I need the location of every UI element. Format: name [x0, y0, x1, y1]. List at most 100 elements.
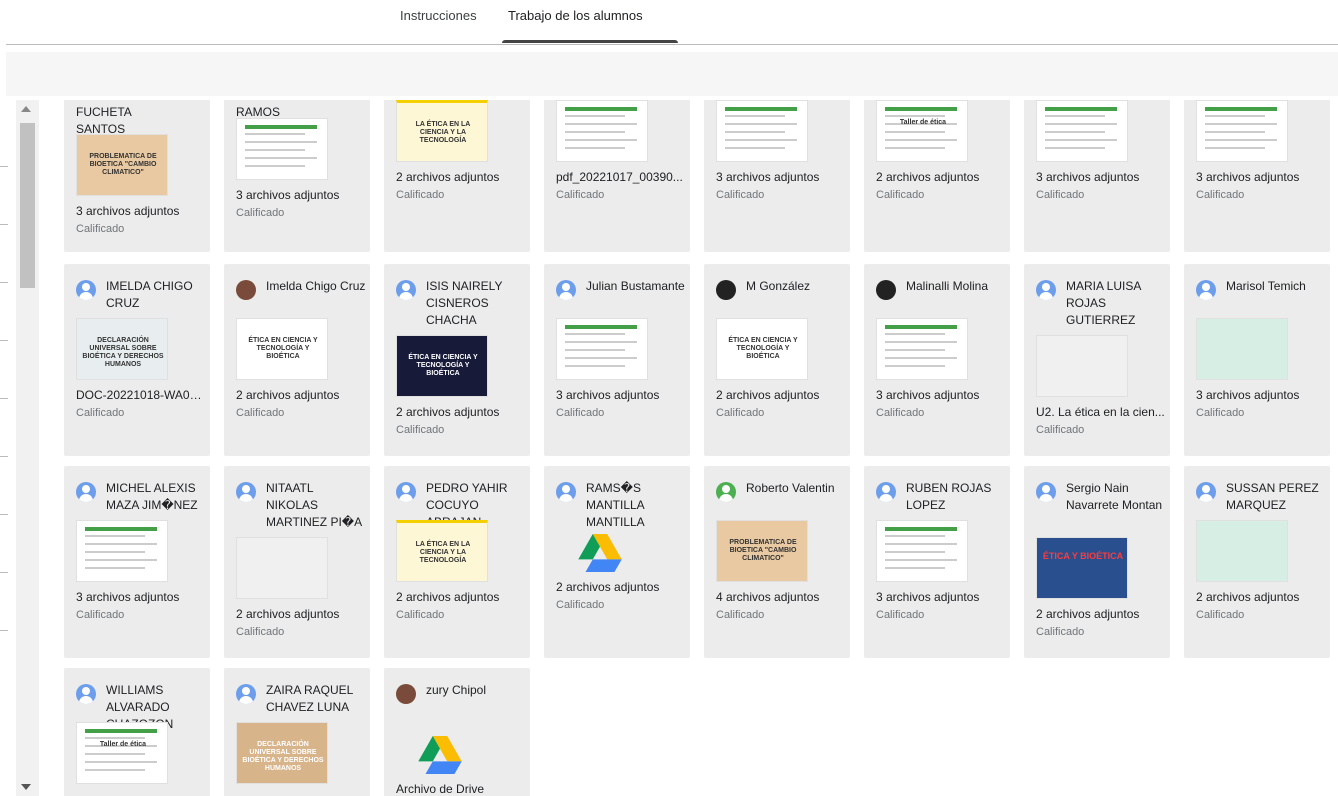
attachment-thumbnail[interactable] — [1036, 100, 1128, 162]
tab-instructions[interactable]: Instrucciones — [400, 8, 477, 23]
attachment-count: 2 archivos adjuntos — [1036, 607, 1140, 621]
grade-status: Calificado — [716, 189, 765, 201]
attachment-thumbnail[interactable]: DECLARACIÓN UNIVERSAL SOBRE BIOÉTICA Y D… — [76, 318, 168, 380]
attachment-thumbnail[interactable]: ÉTICA EN CIENCIA Y TECNOLOGÍA Y BIOÉTICA — [396, 335, 488, 397]
student-name: IMELDA CHIGO CRUZ — [106, 279, 193, 310]
attachment-thumbnail[interactable]: ÉTICA Y BIOÉTICA — [1036, 537, 1128, 599]
student-card[interactable]: 3 archivos adjuntos Calificado — [1184, 100, 1330, 252]
grade-status: Calificado — [76, 609, 125, 621]
google-drive-icon[interactable] — [418, 736, 462, 774]
doc-line — [725, 147, 785, 149]
student-card[interactable]: MARIA LUISA ROJAS GUTIERREZ U2. La ética … — [1024, 264, 1170, 456]
attachment-thumbnail[interactable] — [556, 100, 648, 162]
header-divider — [6, 44, 1338, 45]
avatar — [716, 280, 736, 300]
attachment-count: 2 archivos adjuntos — [396, 590, 500, 604]
student-card[interactable]: RUBEN ROJAS LOPEZ 3 archivos adjuntos Cali… — [864, 466, 1010, 658]
student-card[interactable]: RAMOS 3 archivos adjuntos Calificado — [224, 100, 370, 252]
attachment-thumbnail[interactable] — [236, 537, 328, 599]
doc-line — [245, 149, 305, 151]
avatar — [396, 482, 416, 502]
student-card[interactable]: Marisol Temich 3 archivos adjuntos Calific… — [1184, 264, 1330, 456]
student-card[interactable]: 3 archivos adjuntos Calificado — [1024, 100, 1170, 252]
student-card[interactable]: RAMS�S MANTILLA MANTILLA 2 archivos adjun… — [544, 466, 690, 658]
student-card[interactable]: M González ÉTICA EN CIENCIA Y TECNOLOGÍA … — [704, 264, 850, 456]
student-card[interactable]: Roberto Valentin PROBLEMATICA DE BIOETICA… — [704, 466, 850, 658]
attachment-thumbnail[interactable] — [556, 318, 648, 380]
student-name: RAMS�S MANTILLA MANTILLA — [586, 481, 645, 529]
student-name: Roberto Valentin — [746, 481, 835, 495]
attachment-thumbnail[interactable]: Taller de ética — [76, 722, 168, 784]
attachment-count: 2 archivos adjuntos — [556, 580, 660, 594]
grade-status: Calificado — [876, 407, 925, 419]
student-card[interactable]: CERVANTES3 archivos adjuntosCalificado — [704, 100, 850, 252]
attachment-thumbnail[interactable] — [1036, 335, 1128, 397]
attachment-count: 2 archivos adjuntos — [1196, 590, 1300, 604]
doc-line — [85, 535, 145, 537]
student-card[interactable]: PEDRO YAHIR COCUYO ABRAJANLA ÉTICA EN LA… — [384, 466, 530, 658]
student-card[interactable]: Sergio Nain Navarrete Montan ÉTICA Y BIOÉ… — [1024, 466, 1170, 658]
doc-line — [565, 131, 625, 133]
avatar — [76, 482, 96, 502]
doc-line — [1045, 115, 1105, 117]
scroll-thumb[interactable] — [20, 123, 35, 288]
google-drive-icon[interactable] — [578, 534, 622, 572]
thumbnail-title: ÉTICA EN CIENCIA Y TECNOLOGÍA Y BIOÉTICA — [728, 337, 798, 360]
attachment-count: 3 archivos adjuntos — [556, 388, 660, 402]
attachment-thumbnail[interactable]: PROBLEMATICA DE BIOETICA "CAMBIO CLIMATI… — [76, 134, 168, 196]
student-card[interactable]: Malinalli Molina 3 archivos adjuntos Calif… — [864, 264, 1010, 456]
attachment-thumbnail[interactable]: ÉTICA EN CIENCIA Y TECNOLOGÍA Y BIOÉTICA — [716, 318, 808, 380]
attachment-thumbnail[interactable] — [716, 100, 808, 162]
attachment-thumbnail[interactable]: LA ÉTICA EN LA CIENCIA Y LA TECNOLOGÍA — [396, 520, 488, 582]
tab-student-work[interactable]: Trabajo de los alumnos — [508, 8, 643, 23]
student-name: zury Chipol — [426, 683, 487, 697]
doc-line — [245, 125, 317, 129]
student-card[interactable]: IMELDA CHIGO CRUZ DECLARACIÓN UNIVERSAL S… — [64, 264, 210, 456]
student-name: MARIA LUISA ROJAS GUTIERREZ — [1066, 279, 1141, 327]
avatar — [76, 684, 96, 704]
student-card[interactable]: FUCHETA SANTOS PROBLEMATICA DE BIOETICA "… — [64, 100, 210, 252]
attachment-thumbnail[interactable]: ÉTICA EN CIENCIA Y TECNOLOGÍA Y BIOÉTICA — [236, 318, 328, 380]
attachment-count: 2 archivos adjuntos — [236, 388, 340, 402]
student-card[interactable]: MICHEL ALEXIS MAZA JIM�NEZ 3 archivos adj… — [64, 466, 210, 658]
student-card[interactable]: Imelda Chigo Cruz ÉTICA EN CIENCIA Y TECN… — [224, 264, 370, 456]
student-card[interactable]: ISIS NAIRELY CISNEROS CHACHA ÉTICA EN CIE… — [384, 264, 530, 456]
attachment-thumbnail[interactable] — [236, 118, 328, 180]
thumbnail-title: ÉTICA Y BIOÉTICA — [1042, 551, 1124, 561]
doc-line — [885, 527, 957, 531]
rail-tick — [0, 514, 8, 515]
student-card[interactable]: NITAATL NIKOLAS MARTINEZ PI�A 2 archivos … — [224, 466, 370, 658]
scrollbar[interactable] — [16, 100, 39, 796]
scroll-down-arrow-icon[interactable] — [21, 784, 31, 790]
thumbnail-title: PROBLEMATICA DE BIOETICA "CAMBIO CLIMATI… — [89, 153, 157, 176]
attachment-thumbnail[interactable] — [876, 520, 968, 582]
attachment-count: 3 archivos adjuntos — [716, 170, 820, 184]
student-card[interactable]: pdf_20221017_00390... Calificado — [544, 100, 690, 252]
attachment-thumbnail[interactable] — [76, 520, 168, 582]
attachment-thumbnail[interactable] — [1196, 318, 1288, 380]
student-card[interactable]: ZAIRA RAQUEL CHAVEZ LUNA DECLARACIÓN UNIV… — [224, 668, 370, 796]
attachment-thumbnail[interactable] — [1196, 520, 1288, 582]
attachment-thumbnail[interactable] — [876, 318, 968, 380]
student-card[interactable]: WILLIAMS ALVARADO CUAZOZONTaller de étic… — [64, 668, 210, 796]
student-card[interactable]: Julian Bustamante 3 archivos adjuntos Cali… — [544, 264, 690, 456]
avatar — [236, 482, 256, 502]
doc-line — [1045, 139, 1117, 141]
student-card[interactable]: LA ÉTICA EN LA CIENCIA Y LA TECNOLOGÍA 2 … — [384, 100, 530, 252]
attachment-thumbnail[interactable]: Taller de ética — [876, 100, 968, 162]
rail-tick — [0, 282, 8, 283]
attachment-thumbnail[interactable]: LA ÉTICA EN LA CIENCIA Y LA TECNOLOGÍA — [396, 100, 488, 162]
attachment-thumbnail[interactable]: PROBLEMATICA DE BIOETICA "CAMBIO CLIMATI… — [716, 520, 808, 582]
student-name: NITAATL NIKOLAS MARTINEZ PI�A — [266, 481, 363, 529]
attachment-count: DOC-20221018-WA00... — [76, 388, 206, 402]
scroll-up-arrow-icon[interactable] — [21, 106, 31, 112]
attachment-count: 3 archivos adjuntos — [1196, 388, 1300, 402]
rail-tick — [0, 166, 8, 167]
doc-line — [85, 567, 145, 569]
student-card[interactable]: QUINTOTaller de ética2 archivos adjuntos… — [864, 100, 1010, 252]
attachment-thumbnail[interactable] — [1196, 100, 1288, 162]
student-card[interactable]: zury Chipol Archivo de Drive — [384, 668, 530, 796]
doc-line — [885, 365, 945, 367]
attachment-thumbnail[interactable]: DECLARACIÓN UNIVERSAL SOBRE BIOÉTICA Y D… — [236, 722, 328, 784]
student-card[interactable]: SUSSAN PEREZ MARQUEZ 2 archivos adjuntos C… — [1184, 466, 1330, 658]
